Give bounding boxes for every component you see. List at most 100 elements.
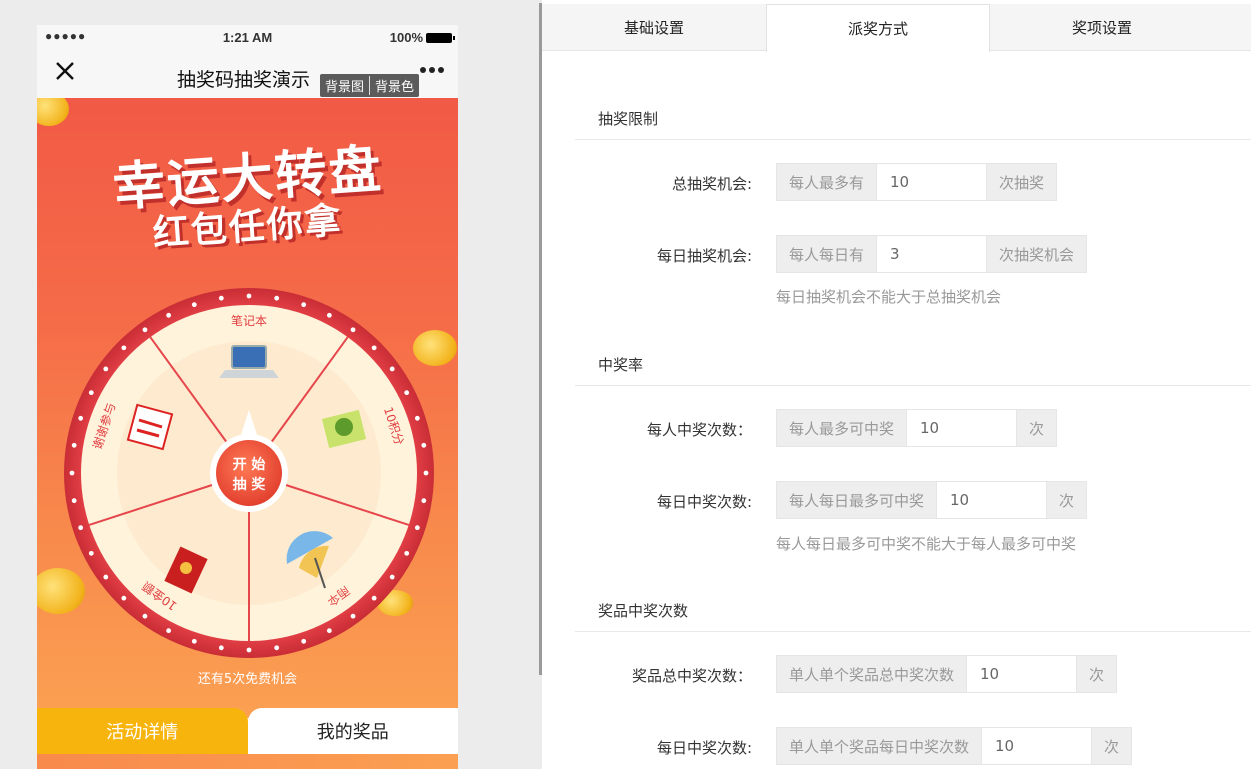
phone-preview: ●●●●● 1:21 AM 100% 抽奖码抽奖演示 幸运大转盘 红包任你拿 笔… — [37, 25, 458, 769]
prize-total-wins-label: 奖品总中奖次数： — [631, 667, 752, 685]
close-icon[interactable] — [53, 59, 77, 83]
rim-dot — [166, 628, 172, 634]
prize-total-wins-prefix: 单人单个奖品总中奖次数 — [777, 656, 967, 692]
total-chances-input[interactable]: 10 — [876, 164, 988, 200]
start-button[interactable] — [216, 440, 282, 506]
start-button-line1: 开 始 — [233, 456, 266, 473]
rim-dot — [404, 550, 410, 556]
total-chances-label: 总抽奖机会: — [671, 175, 752, 193]
rim-dot — [71, 442, 77, 448]
per-person-wins-label: 每人中奖次数： — [646, 421, 752, 439]
tab-basic-settings[interactable]: 基础设置 — [542, 4, 766, 50]
per-day-wins-group: 每人每日最多可中奖 10 次 — [776, 481, 1088, 519]
rim-dot — [371, 595, 377, 601]
total-chances-prefix: 每人最多有 — [777, 164, 877, 200]
rim-dot — [414, 525, 420, 531]
preview-bottom-strip — [37, 754, 458, 769]
rim-dot — [326, 312, 332, 318]
prize-daily-wins-group: 单人单个奖品每日中奖次数 10 次 — [776, 727, 1133, 765]
rim-dot — [414, 415, 420, 421]
background-image-button[interactable]: 背景图 — [320, 76, 369, 95]
rim-dot — [404, 390, 410, 396]
preview-tabs: 活动详情 我的奖品 — [37, 708, 458, 754]
rim-dot — [423, 470, 429, 476]
prize-total-wins-group: 单人单个奖品总中奖次数 10 次 — [776, 655, 1118, 693]
battery-indicator: 100% — [389, 30, 455, 45]
tab-prize-settings[interactable]: 奖项设置 — [990, 4, 1214, 50]
rim-dot — [166, 312, 172, 318]
daily-chances-group: 每人每日有 3 次抽奖机会 — [776, 235, 1088, 273]
total-chances-group: 每人最多有 10 次抽奖 — [776, 163, 1058, 201]
rim-dot — [71, 498, 77, 504]
section-divider — [575, 139, 1251, 140]
background-color-button[interactable]: 背景色 — [369, 76, 419, 95]
prize-daily-wins-label: 每日中奖次数: — [656, 739, 752, 757]
prize-daily-wins-prefix: 单人单个奖品每日中奖次数 — [777, 728, 982, 764]
per-person-wins-suffix: 次 — [1017, 410, 1057, 446]
settings-panel: 基础设置 派奖方式 奖项设置 抽奖限制 总抽奖机会: 每人最多有 10 次抽奖 … — [542, 0, 1251, 769]
preview-title: 抽奖码抽奖演示 — [177, 69, 311, 91]
tab-activity-details[interactable]: 活动详情 — [37, 708, 248, 754]
rim-dot — [389, 366, 395, 372]
wheel-prize-label: 笔记本 — [231, 313, 267, 328]
section-title-limit: 抽奖限制 — [598, 110, 659, 128]
rim-dot — [246, 293, 252, 299]
background-toolbar: 背景图 背景色 — [320, 74, 420, 97]
rim-dot — [218, 645, 224, 651]
section-title-prize-count: 奖品中奖次数 — [598, 602, 689, 620]
per-day-wins-prefix: 每人每日最多可中奖 — [777, 482, 937, 518]
rim-dot — [88, 550, 94, 556]
rim-dot — [246, 647, 252, 653]
per-day-wins-hint: 每人每日最多可中奖不能大于每人最多可中奖 — [776, 535, 1077, 553]
status-bar: ●●●●● 1:21 AM 100% — [37, 25, 458, 49]
rim-dot — [301, 302, 307, 308]
rim-dot — [421, 442, 427, 448]
daily-chances-label: 每日抽奖机会: — [656, 247, 752, 265]
app-root: ●●●●● 1:21 AM 100% 抽奖码抽奖演示 幸运大转盘 红包任你拿 笔… — [0, 0, 1251, 769]
settings-tabs: 基础设置 派奖方式 奖项设置 — [542, 4, 1251, 52]
rim-dot — [421, 498, 427, 504]
per-day-wins-label: 每日中奖次数: — [656, 493, 752, 511]
thank-you-icon — [126, 403, 174, 451]
rim-dot — [142, 613, 148, 619]
section-divider — [575, 631, 1251, 632]
per-person-wins-input[interactable]: 10 — [906, 410, 1018, 446]
per-day-wins-suffix: 次 — [1047, 482, 1087, 518]
rim-dot — [191, 638, 197, 644]
rim-dot — [121, 595, 127, 601]
per-person-wins-group: 每人最多可中奖 10 次 — [776, 409, 1058, 447]
rim-dot — [142, 327, 148, 333]
total-chances-suffix: 次抽奖 — [987, 164, 1057, 200]
rim-dot — [350, 327, 356, 333]
prize-daily-wins-input[interactable]: 10 — [981, 728, 1093, 764]
rim-dot — [103, 574, 109, 580]
prize-total-wins-suffix: 次 — [1077, 656, 1117, 692]
rim-dot — [103, 366, 109, 372]
rim-dot — [78, 525, 84, 531]
battery-percent: 100% — [389, 30, 423, 45]
lottery-stage: 幸运大转盘 红包任你拿 笔记本 10积分 雨伞 10金额 谢谢参与 开 始 抽 … — [37, 98, 458, 718]
daily-chances-hint: 每日抽奖机会不能大于总抽奖机会 — [776, 288, 1002, 306]
free-chances-text: 还有5次免费机会 — [197, 672, 298, 687]
tab-award-method[interactable]: 派奖方式 — [766, 4, 990, 52]
rim-dot — [78, 415, 84, 421]
battery-icon — [426, 32, 455, 43]
section-title-rate: 中奖率 — [598, 356, 644, 374]
more-icon[interactable] — [420, 67, 444, 73]
daily-chances-prefix: 每人每日有 — [777, 236, 877, 272]
per-day-wins-input[interactable]: 10 — [936, 482, 1048, 518]
rim-dot — [350, 613, 356, 619]
rim-dot — [69, 470, 75, 476]
rim-dot — [301, 638, 307, 644]
rim-dot — [274, 295, 280, 301]
rim-dot — [389, 574, 395, 580]
section-divider — [575, 385, 1251, 386]
rim-dot — [121, 345, 127, 351]
daily-chances-suffix: 次抽奖机会 — [987, 236, 1087, 272]
tab-my-prizes[interactable]: 我的奖品 — [247, 708, 458, 754]
start-button-line2: 抽 奖 — [233, 476, 267, 493]
prize-total-wins-input[interactable]: 10 — [966, 656, 1078, 692]
prize-wheel: 笔记本 10积分 雨伞 10金额 谢谢参与 开 始 抽 奖 — [64, 288, 434, 658]
daily-chances-input[interactable]: 3 — [876, 236, 988, 272]
per-person-wins-prefix: 每人最多可中奖 — [777, 410, 907, 446]
